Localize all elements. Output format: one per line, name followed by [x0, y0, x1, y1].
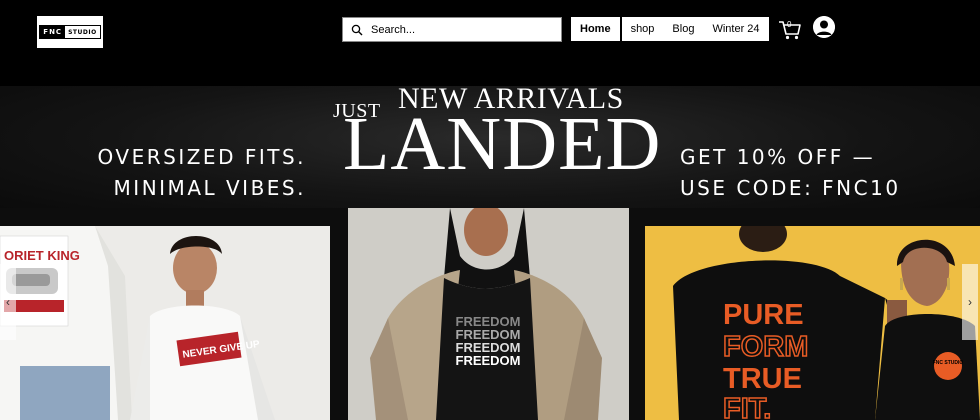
search-bar[interactable]: [342, 17, 562, 42]
logo-studio-text: STUDIO: [68, 28, 97, 36]
gallery-prev-button[interactable]: ‹: [0, 264, 16, 340]
site-header: FNC STUDIO Home shop Blog Winter 24 0: [0, 0, 980, 86]
search-input[interactable]: [371, 23, 551, 36]
nav-item-shop[interactable]: shop: [621, 17, 664, 41]
promo-banner: OVERSIZED FITS. MINIMAL VIBES. JUST NEW …: [0, 82, 980, 216]
banner-tagline-left: OVERSIZED FITS. MINIMAL VIBES.: [20, 142, 306, 204]
tagline-line-2: MINIMAL VIBES.: [113, 176, 306, 200]
nav-item-home[interactable]: Home: [571, 17, 622, 41]
chevron-left-icon: ‹: [6, 295, 10, 309]
product-card-hoodie[interactable]: FREEDOM FREEDOM FREEDOM FREEDOM: [348, 208, 629, 420]
promo-line-2: USE CODE: FNC10: [680, 176, 901, 200]
nav-item-blog[interactable]: Blog: [663, 17, 704, 41]
tagline-line-1: OVERSIZED FITS.: [97, 145, 306, 169]
promo-line-1: GET 10% OFF —: [680, 145, 876, 169]
logo-mark: FNC STUDIO: [39, 25, 101, 39]
product-card-sweatshirt[interactable]: ORIET KING NEVER GIVE UP: [0, 226, 330, 420]
nav-item-winter-24[interactable]: Winter 24: [703, 17, 769, 41]
account-icon: [813, 16, 835, 38]
tshirt-print-line-2: FORM: [723, 331, 808, 363]
product-card-tshirt[interactable]: PURE FORM TRUE FIT. FNC STUDIO: [645, 226, 980, 420]
search-icon: [351, 24, 363, 35]
banner-promo-code: GET 10% OFF — USE CODE: FNC10: [680, 142, 970, 204]
tshirt-print-line-4: FIT.: [723, 393, 771, 420]
tshirt-print-line-1: PURE: [723, 299, 804, 331]
tshirt-print-line-3: TRUE: [723, 363, 802, 395]
logo-fnc-text: FNC: [40, 26, 66, 38]
product-gallery: ORIET KING NEVER GIVE UP FREEDOM FREEDOM…: [0, 208, 980, 420]
banner-landed: LANDED: [343, 102, 662, 186]
product-image-sweatshirt: ORIET KING NEVER GIVE UP: [0, 226, 330, 420]
cart-count: 0: [787, 20, 792, 29]
product-image-tshirt: PURE FORM TRUE FIT. FNC STUDIO: [645, 226, 980, 420]
account-button[interactable]: [813, 16, 835, 38]
tshirt-badge-text: FNC STUDIO: [933, 360, 964, 366]
gallery-next-button[interactable]: ›: [962, 264, 978, 340]
chevron-right-icon: ›: [968, 295, 972, 309]
hoodie-print-line-4: FREEDOM: [456, 353, 521, 368]
main-nav: Home shop Blog Winter 24: [571, 17, 769, 41]
product-image-hoodie: FREEDOM FREEDOM FREEDOM FREEDOM: [348, 208, 629, 420]
brand-logo[interactable]: FNC STUDIO: [37, 16, 103, 48]
sweatshirt-print-top: ORIET KING: [4, 248, 80, 263]
cart-button[interactable]: 0: [778, 17, 802, 41]
